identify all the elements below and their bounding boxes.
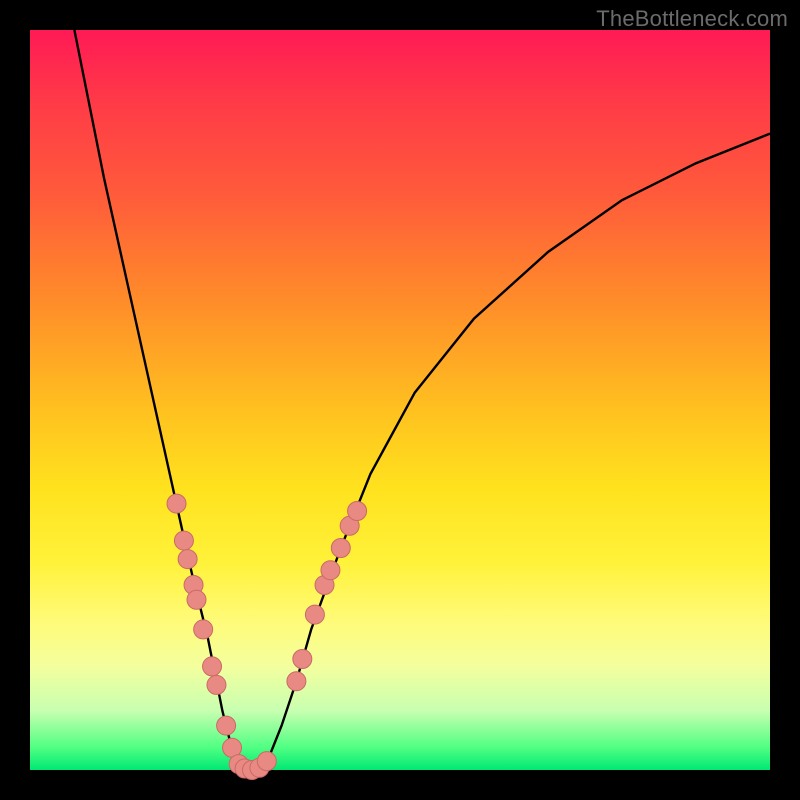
data-marker xyxy=(331,539,350,558)
data-marker xyxy=(305,605,324,624)
curve-layer xyxy=(30,30,770,770)
data-marker xyxy=(203,657,222,676)
data-marker xyxy=(348,502,367,521)
data-marker xyxy=(167,494,186,513)
data-marker xyxy=(321,561,340,580)
data-marker xyxy=(217,716,236,735)
data-marker xyxy=(293,650,312,669)
watermark-text: TheBottleneck.com xyxy=(596,6,788,32)
data-marker xyxy=(287,672,306,691)
data-marker xyxy=(178,550,197,569)
data-marker xyxy=(174,531,193,550)
data-marker xyxy=(207,675,226,694)
bottleneck-curve xyxy=(74,30,770,770)
marker-group xyxy=(167,494,367,779)
chart-frame: TheBottleneck.com xyxy=(0,0,800,800)
plot-area xyxy=(30,30,770,770)
data-marker xyxy=(257,752,276,771)
data-marker xyxy=(187,590,206,609)
data-marker xyxy=(194,620,213,639)
